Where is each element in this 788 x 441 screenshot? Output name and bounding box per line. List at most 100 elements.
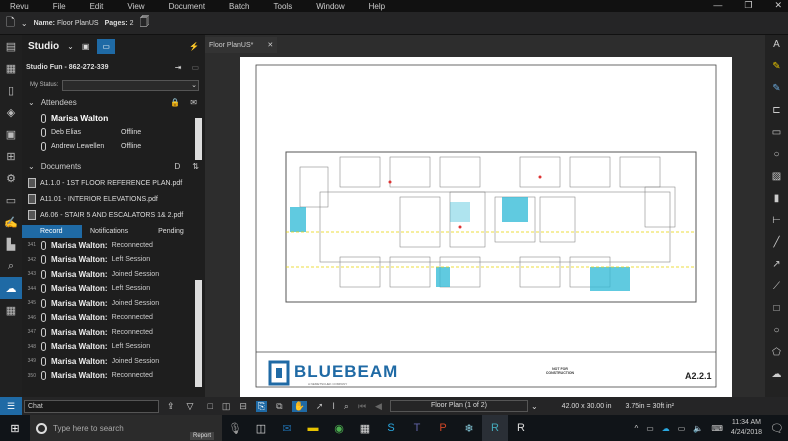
search-icon[interactable]: ⌕ [0, 255, 22, 277]
exit-session-icon[interactable]: ⇥ [175, 63, 182, 72]
text-icon[interactable]: A [773, 39, 780, 58]
documents-header[interactable]: ⌄ Documents D ⇅ [22, 157, 205, 175]
menu-view[interactable]: View [127, 2, 144, 11]
stamp-icon[interactable]: ▮ [774, 193, 780, 212]
windows-start-icon[interactable]: ⊞ [0, 415, 30, 441]
callout-icon[interactable]: ⊏ [772, 105, 780, 124]
prev-page-icon[interactable]: ◀ [375, 401, 382, 412]
scrollbar[interactable] [195, 280, 202, 387]
outlook-icon[interactable]: ✉ [274, 415, 300, 441]
menu-document[interactable]: Document [169, 2, 205, 11]
image-icon[interactable]: ▨ [772, 171, 781, 190]
attendee-row[interactable]: Deb Elias Offline [22, 125, 205, 139]
send-icon[interactable]: ⇪ [167, 401, 175, 412]
sessions-icon[interactable]: ▭ [97, 38, 115, 54]
chevron-down-icon[interactable]: ⌄ [21, 19, 28, 28]
menu-batch[interactable]: Batch [229, 2, 249, 11]
volume-icon[interactable]: 🔈 [693, 424, 703, 433]
notifications-icon[interactable]: 🗨 [770, 422, 784, 435]
sort-icon[interactable]: ⇅ [192, 162, 199, 171]
microphone-icon[interactable]: 🎙 [222, 415, 248, 441]
document-item[interactable]: A1.1.0 - 1ST FLOOR REFERENCE PLAN.pdf [22, 175, 205, 191]
taskbar-search[interactable]: Type here to search Report [30, 415, 222, 441]
measure-icon[interactable]: ▭ [0, 189, 22, 211]
menu-file[interactable]: File [53, 2, 66, 11]
revu-alt-icon[interactable]: R [508, 415, 534, 441]
properties-icon[interactable]: ⚙ [0, 167, 22, 189]
app-icon[interactable]: ❄ [456, 415, 482, 441]
text-select-icon[interactable]: I [332, 401, 335, 412]
close-tab-icon[interactable]: ✕ [267, 41, 273, 49]
split-vertical-icon[interactable]: ◫ [222, 401, 231, 412]
calculator-icon[interactable]: ▦ [0, 299, 22, 321]
pan-icon[interactable]: ✋ [291, 400, 307, 412]
minimize-icon[interactable]: — [713, 0, 722, 12]
drawing-page[interactable]: BLUEBEAM A NEMETSCHEK COMPANY NOT FOR CO… [240, 57, 732, 397]
document-item[interactable]: A11.01 - INTERIOR ELEVATIONS.pdf [22, 191, 205, 207]
thumbnails-icon[interactable]: ▤ [0, 35, 22, 57]
chevron-down-icon[interactable]: ⌄ [67, 42, 74, 51]
note-icon[interactable]: ▭ [772, 127, 781, 146]
sync-icon[interactable]: ⎘ [255, 400, 268, 412]
attendee-row[interactable]: Marisa Walton [22, 111, 205, 125]
menu-window[interactable]: Window [316, 2, 344, 11]
signature-icon[interactable]: ✍ [0, 211, 22, 233]
session-name[interactable]: Studio Fun - 862-272-339 [26, 64, 108, 71]
task-view-icon[interactable]: ◫ [248, 415, 274, 441]
select-icon[interactable]: ➚ [316, 401, 324, 412]
tab-record[interactable]: Record [22, 225, 82, 238]
polygon-icon[interactable]: ⬠ [772, 347, 781, 366]
attendee-row[interactable]: Andrew Lewellen Offline [22, 139, 205, 153]
first-page-icon[interactable]: ⏮ [358, 401, 366, 412]
page-selector[interactable]: Floor Plan (1 of 2) [389, 400, 528, 412]
scrollbar[interactable] [195, 118, 202, 160]
filter-icon[interactable]: ▽ [187, 401, 194, 412]
teams-icon[interactable]: T [404, 415, 430, 441]
report-button[interactable]: Report [189, 432, 214, 440]
split-horizontal-icon[interactable]: ⊟ [239, 401, 247, 412]
menu-revu[interactable]: Revu [10, 2, 29, 11]
skype-icon[interactable]: S [378, 415, 404, 441]
calculator-icon[interactable]: ▦ [352, 415, 378, 441]
circle-icon[interactable]: ○ [773, 325, 779, 344]
menu-tools[interactable]: Tools [274, 2, 293, 11]
add-document-icon[interactable]: D [175, 162, 181, 171]
mail-icon[interactable]: ✉ [190, 98, 197, 107]
session-settings-icon[interactable]: ▭ [191, 63, 199, 72]
zoom-icon[interactable]: ⌕ [344, 401, 349, 412]
tab-pending[interactable]: Pending [158, 228, 184, 235]
polyline-icon[interactable]: ⟋ [773, 281, 780, 300]
chrome-icon[interactable]: ◉ [326, 415, 352, 441]
chevron-up-icon[interactable]: ^ [634, 424, 638, 433]
restore-icon[interactable]: ❐ [744, 0, 752, 12]
markups-icon[interactable]: ⊞ [0, 145, 22, 167]
arrow-icon[interactable]: ↗ [772, 259, 780, 278]
my-status-select[interactable]: ⌄ [62, 79, 199, 91]
grid-icon[interactable]: ▦ [0, 57, 22, 79]
document-icon[interactable]: 🗋 [6, 14, 15, 33]
chat-input[interactable]: Chat [24, 399, 159, 413]
revu-icon[interactable]: R [482, 415, 508, 441]
pen-icon[interactable]: ✎ [772, 83, 780, 102]
dimension-icon[interactable]: ⊢ [772, 215, 781, 234]
battery-icon[interactable]: ▭ [646, 424, 654, 433]
menu-help[interactable]: Help [369, 2, 385, 11]
highlight-icon[interactable]: ✎ [772, 61, 780, 80]
file-access-icon[interactable]: ▙ [0, 233, 22, 255]
page-icon[interactable]: 🗍 [139, 15, 149, 32]
file-explorer-icon[interactable]: ▬ [300, 415, 326, 441]
cloud-icon[interactable]: ☁ [772, 369, 782, 388]
tab-notifications[interactable]: Notifications [90, 228, 128, 235]
studio-title[interactable]: Studio [28, 41, 59, 52]
invite-icon[interactable]: 🔒 [170, 98, 180, 107]
close-icon[interactable]: ✕ [774, 0, 782, 12]
clock[interactable]: 11:34 AM 4/24/2018 [731, 418, 762, 438]
single-page-icon[interactable]: □ [207, 401, 212, 412]
line-icon[interactable]: ╱ [773, 237, 779, 256]
powerpoint-icon[interactable]: P [430, 415, 456, 441]
toolchest-icon[interactable]: ▣ [0, 123, 22, 145]
tab-floor-plan[interactable]: Floor PlanUS* ✕ [205, 37, 277, 53]
rectangle-icon[interactable]: □ [773, 303, 779, 322]
attendees-header[interactable]: ⌄ Attendees 🔒 ✉ [22, 93, 205, 111]
layers-icon[interactable]: ◈ [0, 101, 22, 123]
